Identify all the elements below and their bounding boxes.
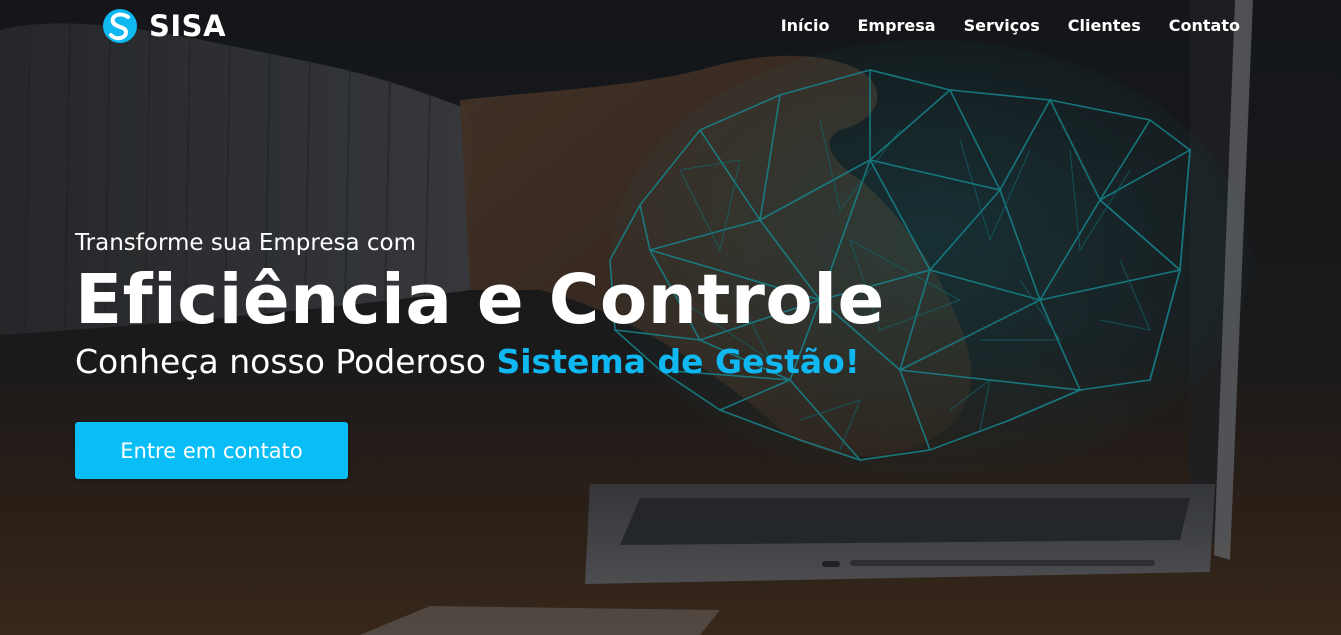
nav-link-contato[interactable]: Contato [1169, 16, 1240, 35]
main-nav: Início Empresa Serviços Clientes Contato [781, 16, 1240, 35]
navbar: SISA Início Empresa Serviços Clientes Co… [0, 0, 1341, 56]
hero-subtitle-highlight: Sistema de Gestão! [496, 342, 860, 381]
hero-kicker: Transforme sua Empresa com [75, 230, 416, 256]
hero-subtitle-prefix: Conheça nosso Poderoso [75, 342, 497, 381]
nav-item-contato: Contato [1169, 16, 1240, 35]
nav-item-clientes: Clientes [1068, 16, 1141, 35]
contact-cta-button[interactable]: Entre em contato [75, 422, 348, 479]
brand-name: SISA [149, 9, 227, 43]
brand-link[interactable]: SISA [101, 6, 226, 46]
sisa-logo-icon [103, 9, 137, 43]
nav-link-clientes[interactable]: Clientes [1068, 16, 1141, 35]
hero-title: Eficiência e Controle [75, 260, 885, 340]
hero-section: Transforme sua Empresa com Eficiência e … [75, 226, 975, 384]
nav-link-inicio[interactable]: Início [781, 16, 830, 35]
nav-link-empresa[interactable]: Empresa [857, 16, 935, 35]
nav-item-empresa: Empresa [857, 16, 935, 35]
nav-item-servicos: Serviços [964, 16, 1040, 35]
nav-link-servicos[interactable]: Serviços [964, 16, 1040, 35]
hero-subtitle: Conheça nosso Poderoso Sistema de Gestão… [75, 340, 975, 384]
nav-item-inicio: Início [781, 16, 830, 35]
